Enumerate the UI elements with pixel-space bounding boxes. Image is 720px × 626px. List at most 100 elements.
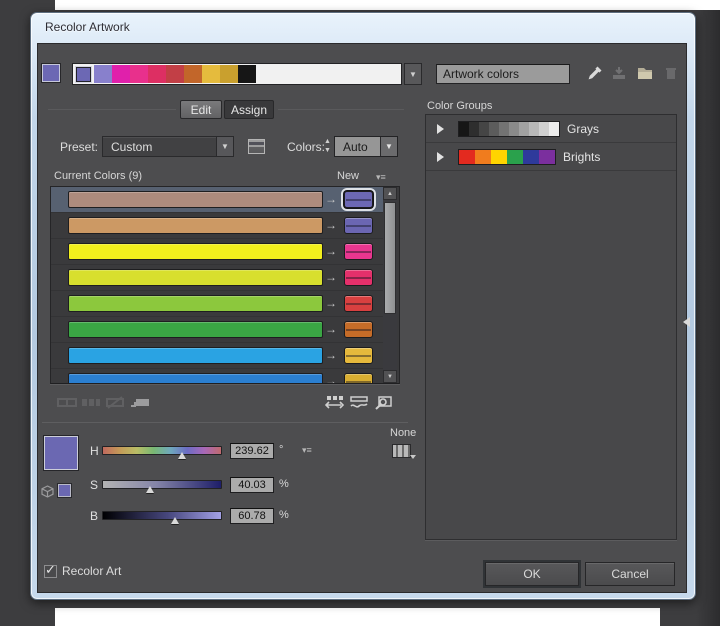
group-color-segment: [479, 122, 489, 136]
random-saturation-brightness-icon[interactable]: [349, 395, 369, 410]
color-strip-dropdown[interactable]: [72, 63, 402, 85]
checkmark-icon: ✓: [45, 562, 56, 578]
group-color-segment: [549, 122, 559, 136]
b-slider-handle[interactable]: [171, 517, 179, 524]
dialog-content-panel: ▼ Artwork colors Edit Assign Preset: Cus…: [37, 43, 687, 593]
color-row[interactable]: →: [51, 291, 385, 317]
current-color-bar[interactable]: [68, 217, 323, 234]
scrollbar-thumb[interactable]: [384, 202, 396, 314]
strip-color-segment: [148, 65, 166, 83]
new-column-label: New: [337, 170, 359, 182]
scrollbar-up-icon[interactable]: ▲: [383, 187, 397, 200]
hue-flyout-menu-icon[interactable]: ▾≡: [302, 445, 312, 456]
random-color-order-icon[interactable]: [325, 395, 345, 410]
current-color-bar[interactable]: [68, 347, 323, 364]
new-color-swatch[interactable]: [344, 347, 373, 364]
find-color-icon[interactable]: [373, 395, 393, 410]
color-row[interactable]: →: [51, 187, 385, 213]
ok-button[interactable]: OK: [485, 562, 579, 586]
current-color-bar[interactable]: [68, 321, 323, 338]
current-color-bar[interactable]: [68, 243, 323, 260]
recolor-art-checkbox[interactable]: ✓: [44, 565, 57, 578]
s-value-input[interactable]: 40.03: [230, 477, 274, 493]
color-group-row[interactable]: Grays: [426, 115, 676, 143]
group-name-label: Brights: [563, 150, 600, 164]
scrollbar-down-icon[interactable]: ▼: [383, 370, 397, 383]
color-row[interactable]: →: [51, 317, 385, 343]
preset-dropdown[interactable]: Custom ▼: [102, 136, 234, 157]
list-scrollbar[interactable]: ▲ ▼: [383, 187, 397, 383]
recolor-artwork-dialog: Recolor Artwork ▼ Artwork colors Edit As…: [30, 12, 696, 600]
limit-swatch-library-icon[interactable]: [392, 444, 411, 458]
colors-stepper[interactable]: ▲▼: [322, 137, 333, 157]
current-color-bar[interactable]: [68, 269, 323, 286]
maps-to-arrow-icon: →: [325, 218, 337, 232]
section-divider: [42, 422, 408, 423]
save-color-group-icon[interactable]: [610, 64, 628, 82]
h-value-input[interactable]: 239.62: [230, 443, 274, 459]
current-color-bar[interactable]: [68, 373, 323, 384]
h-slider-track[interactable]: [102, 446, 222, 455]
dialog-title: Recolor Artwork: [45, 20, 130, 34]
merge-colors-icon[interactable]: [57, 395, 77, 410]
b-slider-track[interactable]: [102, 511, 222, 520]
exclude-colors-icon[interactable]: [105, 395, 125, 410]
strip-current-swatch: [76, 67, 91, 82]
expand-arrow-icon[interactable]: [437, 124, 444, 134]
new-color-swatch[interactable]: [344, 243, 373, 260]
new-row-icon[interactable]: [130, 395, 150, 410]
color-groups-list: Grays Brights: [425, 114, 677, 540]
new-color-swatch[interactable]: [344, 321, 373, 338]
group-color-segment: [509, 122, 519, 136]
expand-arrow-icon[interactable]: [437, 152, 444, 162]
strip-color-segment: [112, 65, 130, 83]
new-color-swatch[interactable]: [344, 269, 373, 286]
selected-new-color-swatch[interactable]: [44, 436, 78, 470]
group-color-segment: [491, 150, 507, 164]
current-color-bar[interactable]: [68, 191, 323, 208]
new-color-swatch[interactable]: [344, 191, 373, 208]
group-colors-strip: [458, 149, 556, 165]
maps-to-arrow-icon: →: [325, 348, 337, 362]
tab-divider-left: [48, 109, 176, 110]
maps-to-arrow-icon: →: [325, 296, 337, 310]
color-group-row[interactable]: Brights: [426, 143, 676, 171]
closest-web-color-swatch[interactable]: [58, 484, 71, 497]
h-slider-handle[interactable]: [178, 452, 186, 459]
color-reduction-options-icon[interactable]: [248, 139, 265, 154]
maps-to-arrow-icon: →: [325, 322, 337, 336]
rows-container: → → → → → → → →: [51, 187, 399, 384]
color-group-name-input[interactable]: Artwork colors: [436, 64, 570, 84]
strip-dropdown-arrow[interactable]: ▼: [404, 63, 422, 85]
b-value-input[interactable]: 60.78: [230, 508, 274, 524]
color-row[interactable]: →: [51, 369, 385, 384]
color-row[interactable]: →: [51, 343, 385, 369]
out-of-web-cube-icon[interactable]: [41, 485, 54, 498]
new-color-swatch[interactable]: [344, 295, 373, 312]
s-slider-track[interactable]: [102, 480, 222, 489]
group-color-segment: [489, 122, 499, 136]
assign-flyout-menu-icon[interactable]: ▾≡: [376, 172, 386, 183]
current-color-bar[interactable]: [68, 295, 323, 312]
tab-edit[interactable]: Edit: [180, 100, 222, 119]
b-unit-label: %: [279, 509, 289, 521]
color-row[interactable]: →: [51, 213, 385, 239]
trash-icon[interactable]: [662, 64, 680, 82]
color-row[interactable]: →: [51, 239, 385, 265]
new-color-swatch[interactable]: [344, 373, 373, 384]
s-slider-handle[interactable]: [146, 486, 154, 493]
eyedropper-icon[interactable]: [586, 64, 604, 82]
maps-to-arrow-icon: →: [325, 270, 337, 284]
group-color-segment: [499, 122, 509, 136]
preset-label: Preset:: [60, 140, 98, 154]
folder-icon[interactable]: [636, 64, 654, 82]
colors-count-dropdown[interactable]: Auto ▼: [334, 136, 398, 157]
panel-collapse-arrow-icon[interactable]: [683, 317, 690, 327]
new-color-swatch[interactable]: [344, 217, 373, 234]
color-row[interactable]: →: [51, 265, 385, 291]
tab-assign[interactable]: Assign: [224, 100, 274, 119]
active-color-swatch[interactable]: [42, 64, 60, 82]
separate-colors-icon[interactable]: [81, 395, 101, 410]
maps-to-arrow-icon: →: [325, 374, 337, 384]
cancel-button[interactable]: Cancel: [585, 562, 675, 586]
